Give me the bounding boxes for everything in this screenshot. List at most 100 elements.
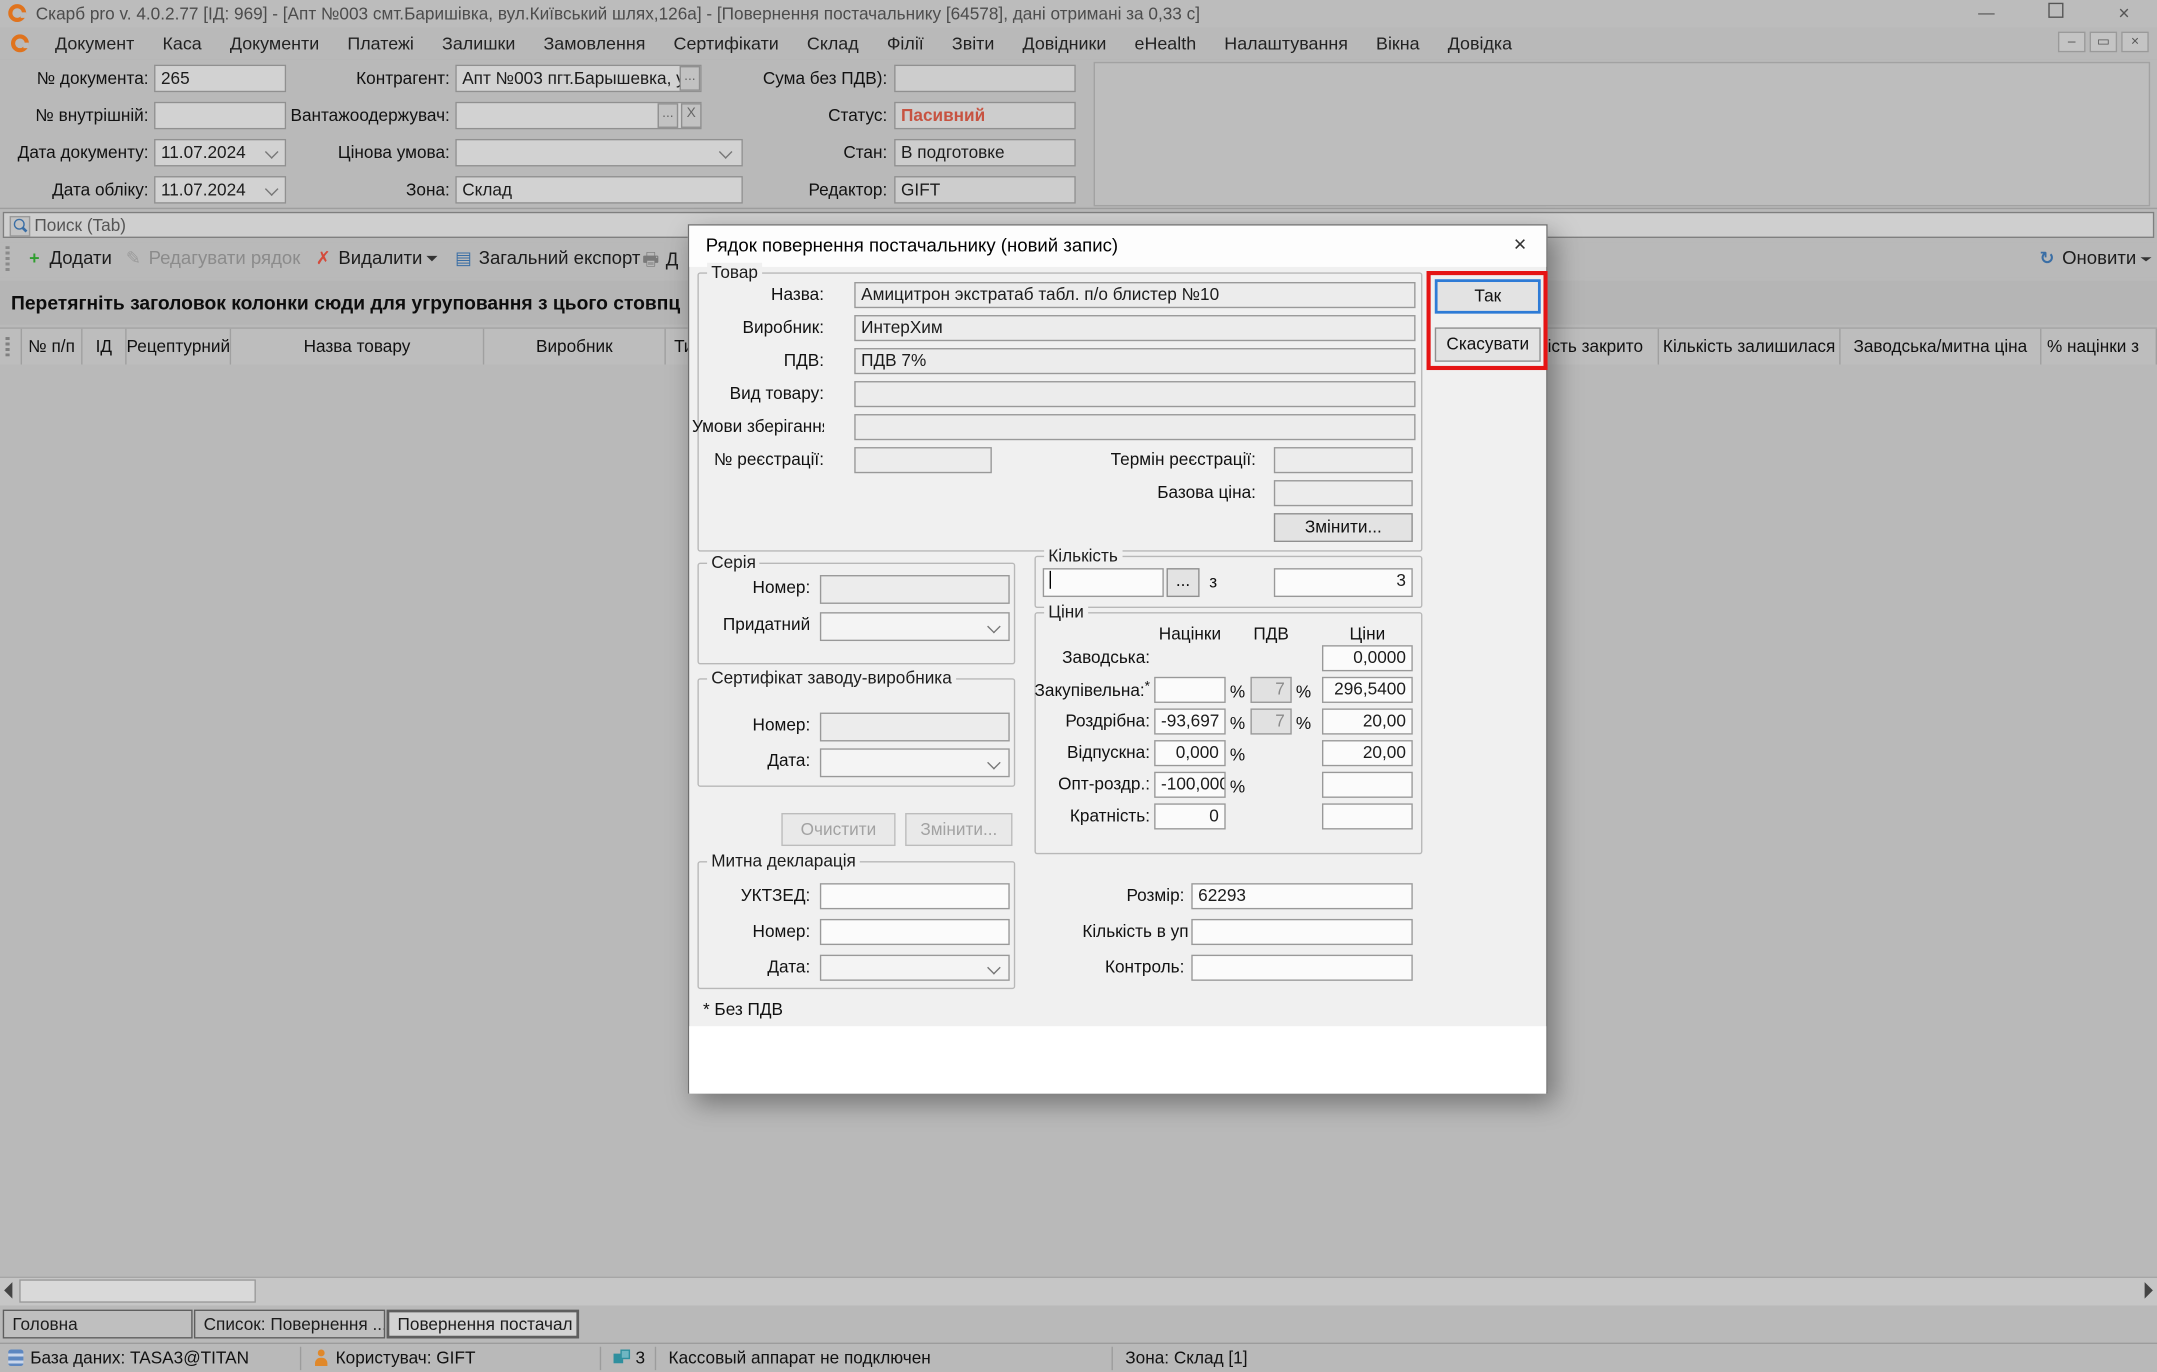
column-qty-closed[interactable]: ість закрито [1548,329,1659,365]
menu-help[interactable]: Довідка [1448,33,1512,54]
column-row-number[interactable]: № п/п [22,329,83,365]
document-icon [11,34,29,52]
consignee-label: Вантажоодержувач: [248,106,450,125]
menu-payments[interactable]: Платежі [347,33,414,54]
selling-price-field[interactable]: 20,00 [1322,740,1413,766]
menu-branches[interactable]: Філії [887,33,924,54]
consignee-browse-button[interactable]: ... [658,103,679,128]
menu-directories[interactable]: Довідники [1023,33,1107,54]
series-number-field[interactable] [820,575,1010,604]
registration-term-field[interactable] [1274,447,1413,473]
menu-reports[interactable]: Звіти [952,33,994,54]
tab-supplier-return[interactable]: Повернення постачал .. [387,1310,580,1339]
wholesale-price-field[interactable] [1322,772,1413,798]
edit-row-button[interactable]: ✎Редагувати рядок [124,248,301,270]
purchase-markup-field[interactable] [1154,677,1226,703]
dialog-close-icon[interactable]: × [1505,231,1535,261]
column-producer[interactable]: Виробник [484,329,666,365]
scroll-left-icon[interactable] [4,1282,12,1299]
print-button[interactable]: 🖶Д [641,248,678,278]
column-markup-pct[interactable]: % націнки з [2041,329,2157,365]
vat-field[interactable]: ПДВ 7% [854,348,1415,374]
storage-conditions-field[interactable] [854,414,1415,440]
selling-markup-field[interactable]: 0,000 [1154,740,1226,766]
registration-number-field[interactable] [854,447,992,473]
mdi-restore-button[interactable]: ▭ [2090,32,2118,53]
delete-button[interactable]: ✗Видалити [314,248,438,270]
change-certificate-button[interactable]: Змінити... [905,813,1012,846]
menu-stock[interactable]: Залишки [442,33,515,54]
product-kind-field[interactable] [854,381,1415,407]
product-name-field[interactable]: Амицитрон экстратаб табл. п/о блистер №1… [854,282,1415,308]
product-name-label: Назва: [692,285,824,304]
retail-price-field[interactable]: 20,00 [1322,708,1413,734]
refresh-icon: ↻ [2037,248,2056,270]
refresh-dropdown-icon[interactable] [2140,257,2151,261]
scroll-right-icon[interactable] [2145,1282,2153,1299]
price-condition-combo[interactable] [455,139,743,167]
restore-button[interactable] [2039,3,2072,25]
horizontal-scrollbar[interactable] [0,1277,2157,1306]
add-button[interactable]: +Додати [25,248,112,269]
purchase-price-field[interactable]: 296,5400 [1322,677,1413,703]
retail-vat-field: 7 [1250,708,1291,734]
consignee-clear-button[interactable]: X [681,103,702,128]
menu-certificates[interactable]: Сертифікати [674,33,779,54]
series-valid-combo[interactable] [820,612,1010,641]
customs-number-field[interactable] [820,919,1010,945]
certificate-date-combo[interactable] [820,748,1010,777]
scrollbar-thumb[interactable] [19,1279,256,1302]
toolbar-grip[interactable] [6,246,10,274]
customs-date-combo[interactable] [820,955,1010,981]
base-price-field[interactable] [1274,480,1413,506]
retail-markup-field[interactable]: -93,697 [1154,708,1226,734]
menu-windows[interactable]: Вікна [1376,33,1420,54]
size-field[interactable]: 62293 [1191,883,1412,909]
quantity-browse-button[interactable]: ... [1167,568,1200,597]
column-prescription[interactable]: Рецептурний [127,329,232,365]
change-product-button[interactable]: Змінити... [1274,513,1413,542]
menu-kasa[interactable]: Каса [162,33,201,54]
menu-ehealth[interactable]: eHealth [1134,33,1196,54]
certificate-number-field[interactable] [820,713,1010,742]
menu-document[interactable]: Документ [55,33,134,54]
wholesale-markup-field[interactable]: -100,000 [1154,772,1226,798]
tab-home[interactable]: Головна [3,1310,193,1339]
mdi-minimize-button[interactable]: – [2058,32,2086,53]
delete-icon: ✗ [314,248,333,270]
purchase-vat-field: 7 [1250,677,1291,703]
refresh-button[interactable]: ↻Оновити [2037,248,2151,270]
contractor-browse-button[interactable]: ... [680,66,701,91]
minimize-button[interactable]: — [1970,3,2003,25]
menu-orders[interactable]: Замовлення [544,33,646,54]
multiplicity-field[interactable]: 0 [1154,803,1226,829]
doc-number-field[interactable]: 265 [154,65,286,93]
producer-label: Виробник: [692,318,824,337]
menu-documents[interactable]: Документи [230,33,319,54]
export-icon: ▤ [454,248,473,270]
menu-warehouse[interactable]: Склад [807,33,859,54]
control-field[interactable] [1191,955,1412,981]
column-factory-price[interactable]: Заводська/митна ціна [1841,329,2042,365]
tab-returns-list[interactable]: Список: Повернення ... [194,1310,385,1339]
delete-dropdown-icon[interactable] [427,256,438,262]
close-button[interactable]: × [2107,3,2140,25]
producer-field[interactable]: ИнтерХим [854,315,1415,341]
document-form: № документа: 265 Контрагент: Апт №003 пг… [0,59,2157,209]
column-qty-remaining[interactable]: Кількість залишилася [1659,329,1841,365]
menu-settings[interactable]: Налаштування [1224,33,1348,54]
qty-in-pack-field[interactable] [1191,919,1412,945]
export-button[interactable]: ▤Загальний експорт [454,248,640,270]
clear-certificate-button[interactable]: Очистити [781,813,895,846]
vat-column-header: ПДВ [1250,625,1291,644]
contractor-field[interactable]: Апт №003 пгт.Барышевка, ул.Киев [455,65,701,93]
search-input[interactable]: Поиск (Tab) [34,216,126,235]
uktzed-field[interactable] [820,883,1010,909]
quantity-input[interactable] [1043,568,1164,597]
sum-no-vat-field [894,65,1076,93]
certificate-number-label: Номер: [689,715,810,734]
column-id[interactable]: ІД [83,329,127,365]
mdi-close-button[interactable]: × [2121,32,2149,53]
column-product-name[interactable]: Назва товару [231,329,484,365]
markup-column-header: Націнки [1154,625,1226,644]
